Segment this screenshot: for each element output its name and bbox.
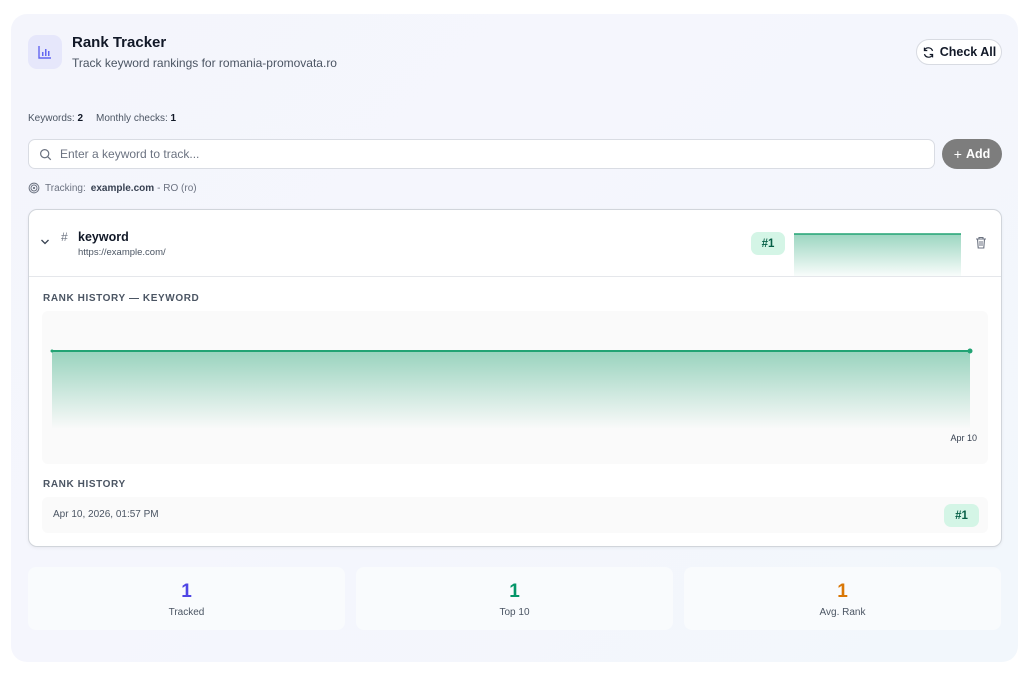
tracking-domain: example.com	[90, 182, 155, 194]
page-title: Rank Tracker	[72, 34, 167, 51]
rank-history-chart-title: RANK HISTORY — KEYWORD	[43, 293, 200, 304]
add-keyword-button[interactable]: + Add	[942, 139, 1002, 169]
rank-area-fill	[52, 351, 970, 429]
keyword-row[interactable]: # keyword https://example.com/ #1	[29, 210, 1001, 277]
avg-rank-value: 1	[837, 581, 848, 602]
rank-sparkline	[794, 233, 961, 276]
tracking-prefix: Tracking:	[45, 182, 86, 194]
usage-stats: Keywords: 2 Monthly checks: 1	[28, 113, 176, 124]
chevron-down-icon[interactable]	[40, 237, 50, 247]
keywords-count: Keywords: 2	[28, 113, 83, 124]
monthly-checks: Monthly checks: 1	[96, 113, 176, 124]
add-label: Add	[965, 147, 991, 161]
trash-icon[interactable]	[975, 236, 987, 249]
search-icon	[40, 148, 52, 160]
keywords-value: 2	[77, 113, 84, 124]
x-tick-label: Apr 10	[950, 433, 977, 443]
refresh-icon	[923, 46, 933, 58]
keyword-card: # keyword https://example.com/ #1 RANK H…	[28, 209, 1002, 547]
keyword-url: https://example.com/	[78, 247, 166, 258]
keyword-name: keyword	[78, 230, 129, 244]
tracked-label: Tracked	[168, 607, 205, 618]
keyword-search-field[interactable]	[28, 139, 935, 169]
rank-history-list-title: RANK HISTORY	[43, 479, 126, 490]
plus-icon: +	[953, 146, 962, 162]
top10-value: 1	[509, 581, 520, 602]
history-rank-badge: #1	[944, 504, 979, 527]
monthly-value: 1	[170, 113, 177, 124]
summary-tracked: 1 Tracked	[28, 567, 345, 630]
history-date: Apr 10, 2026, 01:57 PM	[53, 509, 159, 520]
header: Rank Tracker Track keyword rankings for …	[28, 32, 1002, 72]
tracking-locale: - RO (ro)	[157, 182, 197, 194]
top10-label: Top 10	[499, 607, 530, 618]
tracked-value: 1	[181, 581, 192, 602]
monthly-label: Monthly checks:	[96, 113, 168, 124]
check-all-button[interactable]: Check All	[916, 39, 1002, 65]
tracking-info: Tracking: example.com - RO (ro)	[28, 182, 197, 194]
page-subtitle: Track keyword rankings for romania-promo…	[72, 56, 337, 70]
hash-icon: #	[61, 230, 68, 244]
check-all-label: Check All	[939, 45, 997, 59]
rank-point[interactable]	[967, 348, 973, 354]
summary-avg-rank: 1 Avg. Rank	[684, 567, 1001, 630]
rank-badge: #1	[751, 232, 785, 255]
rank-history-chart: Apr 10	[42, 311, 988, 464]
rank-tracker-panel: Rank Tracker Track keyword rankings for …	[11, 14, 1018, 662]
target-icon	[28, 182, 40, 194]
avg-rank-label: Avg. Rank	[819, 607, 866, 618]
bar-chart-icon	[28, 35, 62, 69]
summary-top10: 1 Top 10	[356, 567, 673, 630]
rank-history-entry: Apr 10, 2026, 01:57 PM #1	[42, 497, 988, 533]
rank-point[interactable]	[50, 349, 54, 353]
keyword-input[interactable]	[60, 147, 920, 161]
keywords-label: Keywords:	[28, 113, 75, 124]
